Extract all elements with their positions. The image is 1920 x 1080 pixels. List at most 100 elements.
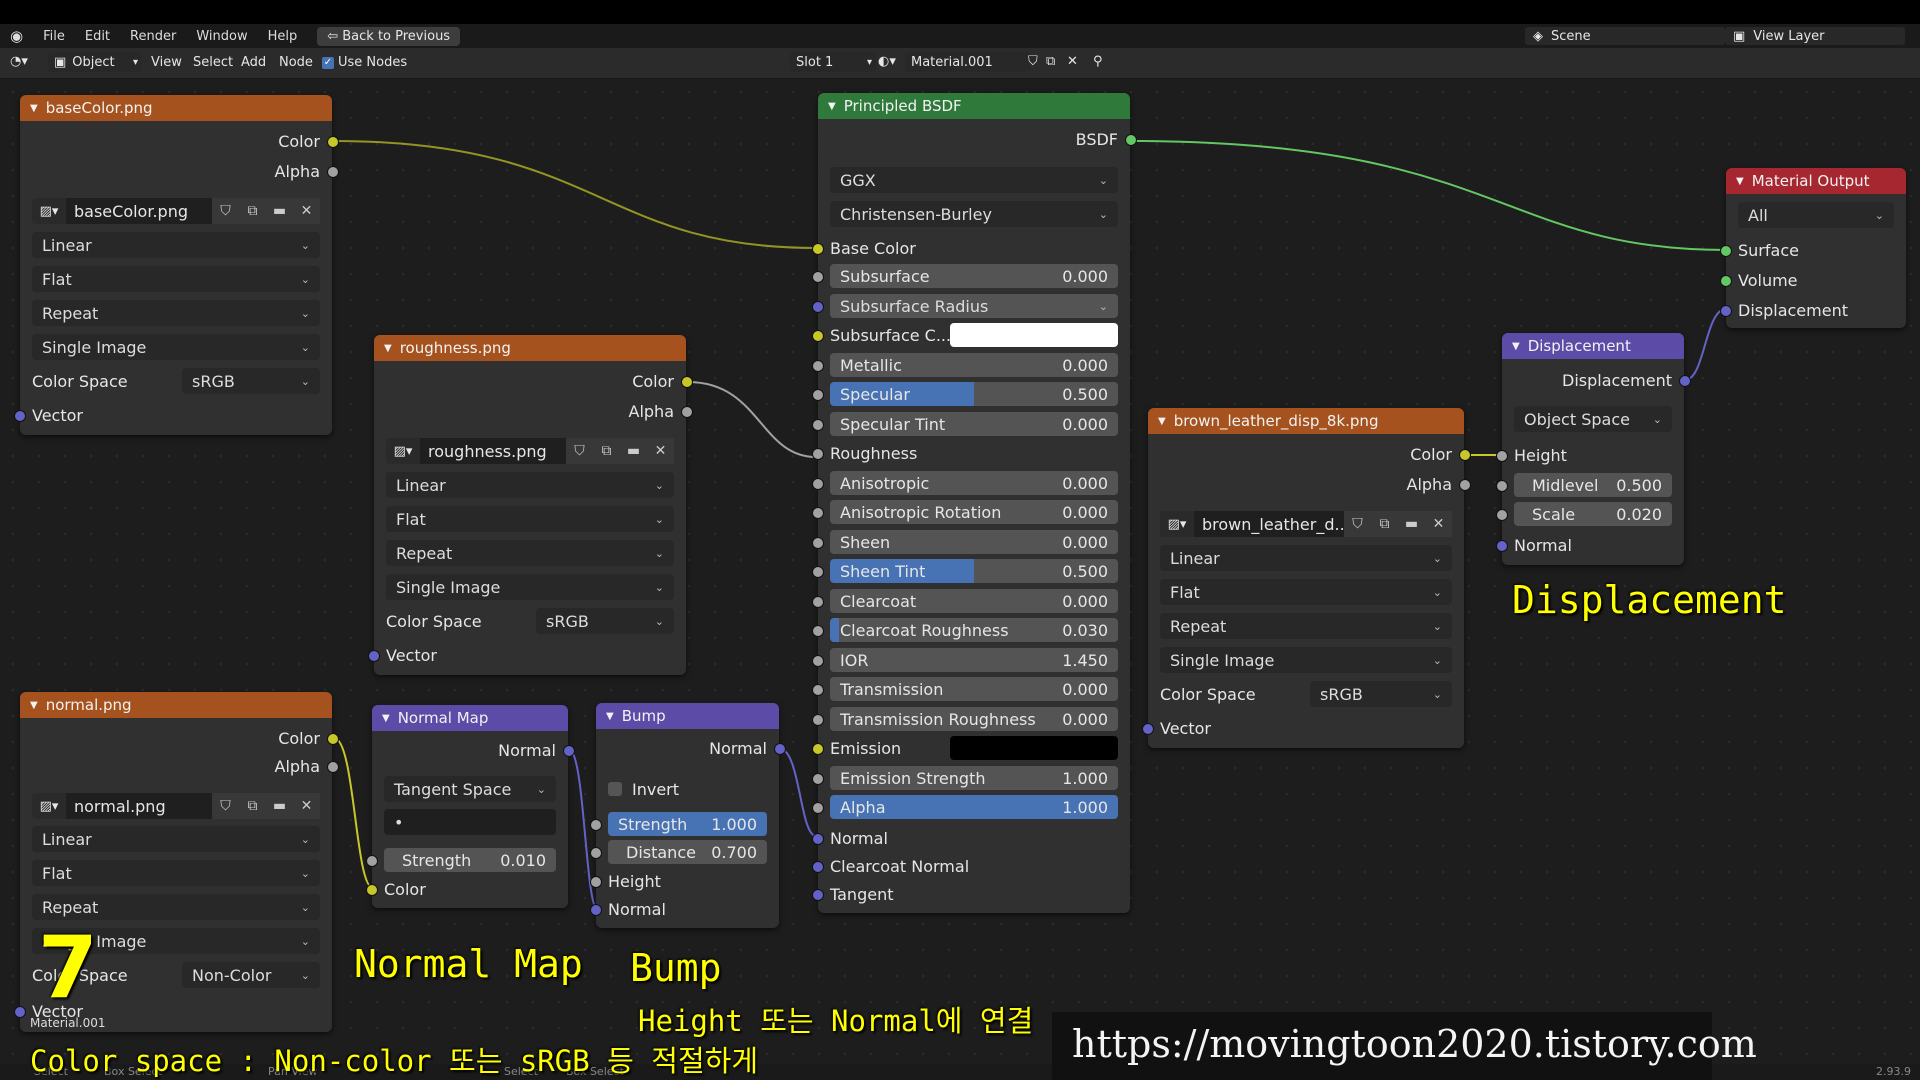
color-space-dropdown[interactable]: sRGB ⌄ <box>1310 681 1452 707</box>
specular-tint-field[interactable]: Specular Tint 0.000 <box>830 412 1118 436</box>
midlevel-field[interactable]: Midlevel 0.500 <box>1514 473 1672 497</box>
close-icon[interactable]: ✕ <box>1067 54 1078 69</box>
distribution-dropdown[interactable]: GGX ⌄ <box>830 167 1118 193</box>
color-space-dropdown[interactable]: sRGB ⌄ <box>182 368 320 394</box>
socket-clearcoat-roughness-in[interactable] <box>812 625 824 637</box>
interpolation-dropdown[interactable]: Linear ⌄ <box>386 472 674 498</box>
menu-file[interactable]: File <box>33 29 75 44</box>
extension-dropdown[interactable]: Repeat ⌄ <box>32 300 320 326</box>
socket-subsurface-radius-in[interactable] <box>812 301 824 313</box>
socket-normal-in[interactable] <box>812 833 824 845</box>
image-texture-node-basecolor[interactable]: ▼ baseColor.png Color Alpha ▨▾ baseColor.… <box>14 95 339 435</box>
socket-bsdf-out[interactable] <box>1125 134 1137 146</box>
image-browse-icon[interactable]: ▨▾ <box>32 198 66 224</box>
extension-dropdown[interactable]: Repeat ⌄ <box>32 894 320 920</box>
metallic-field[interactable]: Metallic 0.000 <box>830 353 1118 377</box>
socket-subsurface-c-in[interactable] <box>812 330 824 342</box>
material-output-node[interactable]: ▼ Material Output All ⌄ Surface Volume Dis… <box>1720 168 1906 328</box>
image-browse-icon[interactable]: ▨▾ <box>1160 511 1194 537</box>
fake-user-icon[interactable]: ⛉ <box>566 438 593 464</box>
subsurface-c-color-swatch[interactable] <box>950 323 1118 347</box>
socket-specular-in[interactable] <box>812 389 824 401</box>
menu-render[interactable]: Render <box>120 29 186 44</box>
duplicate-icon[interactable]: ⧉ <box>593 438 620 464</box>
duplicate-icon[interactable]: ⧉ <box>239 793 266 819</box>
socket-metallic-in[interactable] <box>812 360 824 372</box>
socket-alpha-out[interactable] <box>327 166 339 178</box>
clearcoat-field[interactable]: Clearcoat 0.000 <box>830 589 1118 613</box>
space-dropdown[interactable]: Tangent Space ⌄ <box>384 776 556 802</box>
socket-surface-in[interactable] <box>1720 245 1732 257</box>
color-space-dropdown[interactable]: sRGB ⌄ <box>536 608 674 634</box>
subsurface-field[interactable]: Subsurface 0.000 <box>830 264 1118 288</box>
extension-dropdown[interactable]: Repeat ⌄ <box>386 540 674 566</box>
socket-vector-in[interactable] <box>14 410 26 422</box>
socket-anisotropic-in[interactable] <box>812 478 824 490</box>
fake-user-icon[interactable]: ⛉ <box>212 793 239 819</box>
socket-sheen-tint-in[interactable] <box>812 566 824 578</box>
node-header[interactable]: ▼ roughness.png <box>374 335 686 361</box>
duplicate-icon[interactable]: ⧉ <box>239 198 266 224</box>
socket-normal-out[interactable] <box>563 745 575 757</box>
use-nodes-checkbox[interactable]: ✓ Use Nodes <box>322 55 407 70</box>
socket-alpha-in[interactable] <box>812 802 824 814</box>
close-icon[interactable]: ✕ <box>1425 511 1452 537</box>
node-header[interactable]: ▼ Normal Map <box>372 705 568 731</box>
socket-tangent-in[interactable] <box>812 889 824 901</box>
space-dropdown[interactable]: Object Space ⌄ <box>1514 406 1672 432</box>
strength-field[interactable]: Strength 1.000 <box>608 812 767 836</box>
socket-color-out[interactable] <box>327 733 339 745</box>
socket-transmission-in[interactable] <box>812 684 824 696</box>
socket-alpha-out[interactable] <box>327 761 339 773</box>
duplicate-icon[interactable]: ⧉ <box>1371 511 1398 537</box>
object-mode-dropdown[interactable]: ▣ Object ▾ <box>48 52 142 72</box>
material-name-field[interactable]: Material.001 <box>905 52 1031 72</box>
socket-color-out[interactable] <box>681 376 693 388</box>
transmission-roughness-field[interactable]: Transmission Roughness 0.000 <box>830 707 1118 731</box>
socket-roughness-in[interactable] <box>812 448 824 460</box>
socket-base-color-in[interactable] <box>812 243 824 255</box>
uv-map-field[interactable]: • <box>384 809 556 835</box>
menu-help[interactable]: Help <box>258 29 308 44</box>
close-icon[interactable]: ✕ <box>647 438 674 464</box>
socket-transmission-roughness-in[interactable] <box>812 714 824 726</box>
back-to-previous-button[interactable]: ⇦ Back to Previous <box>317 26 461 46</box>
collapse-icon[interactable]: ▼ <box>1158 416 1166 427</box>
node-header[interactable]: ▼ normal.png <box>20 692 332 718</box>
image-browse-icon[interactable]: ▨▾ <box>32 793 66 819</box>
node-header[interactable]: ▼ baseColor.png <box>20 95 332 121</box>
strength-field[interactable]: Strength 0.010 <box>384 848 556 872</box>
collapse-icon[interactable]: ▼ <box>606 711 614 722</box>
socket-displacement-in[interactable] <box>1720 305 1732 317</box>
scale-field[interactable]: Scale 0.020 <box>1514 502 1672 526</box>
node-header[interactable]: ▼ Displacement <box>1502 333 1684 359</box>
socket-vector-in[interactable] <box>14 1006 26 1018</box>
socket-midlevel-in[interactable] <box>1496 480 1508 492</box>
displacement-node[interactable]: ▼ Displacement Displacement Object Space ⌄… <box>1496 333 1691 565</box>
socket-clearcoat-in[interactable] <box>812 596 824 608</box>
socket-normal-in[interactable] <box>590 904 602 916</box>
socket-color-in[interactable] <box>366 884 378 896</box>
collapse-icon[interactable]: ▼ <box>30 700 38 711</box>
socket-specular-tint-in[interactable] <box>812 419 824 431</box>
socket-anisotropic-rotation-in[interactable] <box>812 507 824 519</box>
image-texture-node-displacement[interactable]: ▼ brown_leather_disp_8k.png Color Alpha ▨… <box>1142 408 1471 748</box>
subsurface-radius-dropdown[interactable]: Subsurface Radius ⌄ <box>830 294 1118 318</box>
socket-distance-in[interactable] <box>590 847 602 859</box>
image-selector[interactable]: ▨▾ roughness.png ⛉ ⧉ ▬ ✕ <box>386 437 674 465</box>
ior-field[interactable]: IOR 1.450 <box>830 648 1118 672</box>
socket-vector-in[interactable] <box>368 650 380 662</box>
collapse-icon[interactable]: ▼ <box>1736 176 1744 187</box>
socket-emission-strength-in[interactable] <box>812 773 824 785</box>
node-header[interactable]: ▼ Principled BSDF <box>818 93 1130 119</box>
socket-displacement-out[interactable] <box>1679 375 1691 387</box>
menu-window[interactable]: Window <box>186 29 257 44</box>
anisotropic-rotation-field[interactable]: Anisotropic Rotation 0.000 <box>830 500 1118 524</box>
collapse-icon[interactable]: ▼ <box>1512 341 1520 352</box>
collapse-icon[interactable]: ▼ <box>30 103 38 114</box>
socket-normal-out[interactable] <box>774 743 786 755</box>
projection-dropdown[interactable]: Flat ⌄ <box>386 506 674 532</box>
projection-dropdown[interactable]: Flat ⌄ <box>1160 579 1452 605</box>
image-browse-icon[interactable]: ▨▾ <box>386 438 420 464</box>
projection-dropdown[interactable]: Flat ⌄ <box>32 860 320 886</box>
